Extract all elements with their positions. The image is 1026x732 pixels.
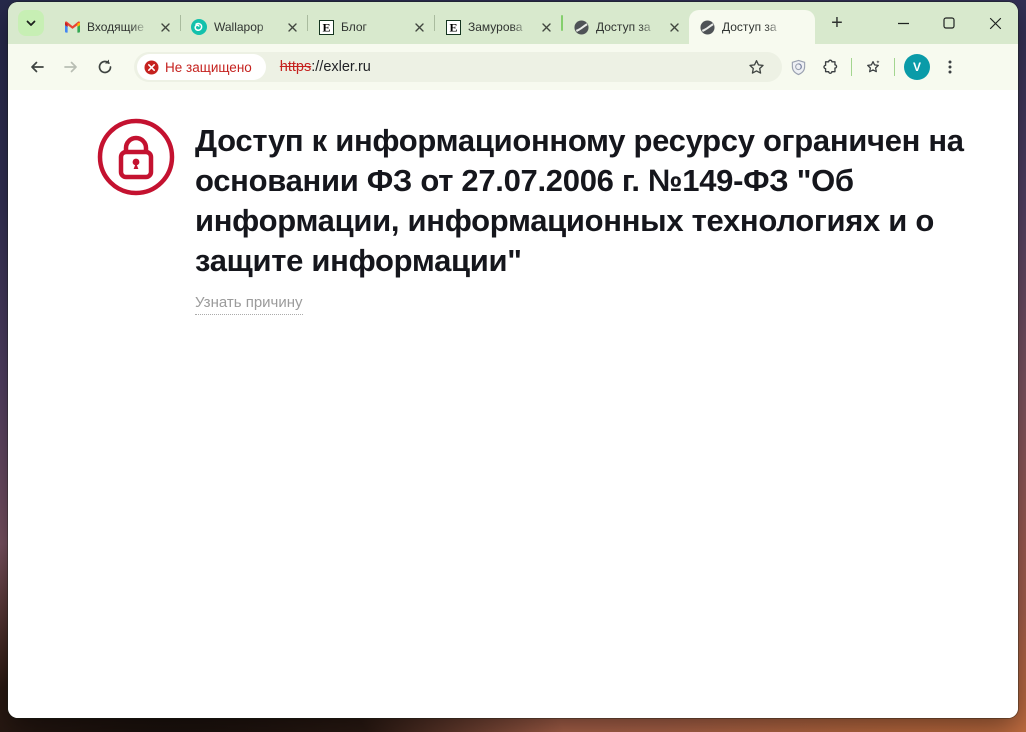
tab-access-restricted-active[interactable]: Доступ за <box>689 10 815 44</box>
wallapop-icon <box>191 19 207 35</box>
new-tab-button[interactable]: + <box>823 9 851 37</box>
tab-close-icon[interactable] <box>411 19 428 36</box>
back-button[interactable] <box>20 50 54 84</box>
toolbar-divider <box>894 58 895 76</box>
blocked-lock-icon <box>96 117 176 197</box>
tab-search-button[interactable] <box>18 10 44 36</box>
url-host: exler.ru <box>323 59 371 75</box>
maximize-button[interactable] <box>926 2 972 44</box>
svg-text:E: E <box>449 20 457 34</box>
tab-title: Входящие <box>87 20 150 34</box>
window-controls <box>880 2 1018 44</box>
globe-icon <box>573 19 589 35</box>
browser-window: Входящие Wallapop <box>8 2 1018 718</box>
menu-kebab-icon[interactable] <box>934 51 966 83</box>
avatar-initial: V <box>913 60 921 74</box>
tab-wallapop[interactable]: Wallapop <box>181 10 307 44</box>
tab-blog[interactable]: E Блог <box>308 10 434 44</box>
tab-close-icon[interactable] <box>666 19 683 36</box>
security-badge-label: Не защищено <box>165 60 252 75</box>
browser-toolbar: Не защищено https://exler.ru <box>8 44 1018 90</box>
profile-avatar[interactable]: V <box>904 54 930 80</box>
svg-text:E: E <box>322 20 330 34</box>
page-content: Доступ к информационному ресурсу огранич… <box>8 90 1018 718</box>
gmail-icon <box>64 19 80 35</box>
toolbar-divider <box>851 58 852 76</box>
tabs-container: Входящие Wallapop <box>54 2 815 44</box>
forward-button[interactable] <box>54 50 88 84</box>
tab-close-icon[interactable] <box>157 19 174 36</box>
tab-close-icon[interactable] <box>538 19 555 36</box>
globe-icon <box>699 19 715 35</box>
tab-close-icon[interactable] <box>792 19 809 36</box>
exler-icon: E <box>318 19 334 35</box>
tab-title: Блог <box>341 20 404 34</box>
url-scheme: https <box>280 59 311 75</box>
sparkle-star-icon[interactable] <box>857 51 889 83</box>
bookmark-star-icon[interactable] <box>740 51 772 83</box>
exler-icon: E <box>445 19 461 35</box>
adblock-shield-icon[interactable] <box>782 51 814 83</box>
close-window-button[interactable] <box>972 2 1018 44</box>
url-separator: :// <box>311 59 323 75</box>
tab-title: Доступ за <box>596 20 659 34</box>
tab-title: Доступ за <box>722 20 785 34</box>
security-badge[interactable]: Не защищено <box>137 54 266 80</box>
extensions-puzzle-icon[interactable] <box>814 51 846 83</box>
block-message: Доступ к информационному ресурсу огранич… <box>195 117 975 315</box>
not-secure-icon <box>144 60 159 75</box>
tab-title: Замурова <box>468 20 531 34</box>
tab-inbox[interactable]: Входящие <box>54 10 180 44</box>
tab-zamurova[interactable]: E Замурова <box>435 10 561 44</box>
tab-strip: Входящие Wallapop <box>8 2 1018 44</box>
url-text: https://exler.ru <box>280 59 371 75</box>
tab-close-icon[interactable] <box>284 19 301 36</box>
reload-button[interactable] <box>88 50 122 84</box>
reason-link[interactable]: Узнать причину <box>195 294 303 315</box>
tab-access-restricted-1[interactable]: Доступ за <box>563 10 689 44</box>
address-bar[interactable]: Не защищено https://exler.ru <box>134 52 782 82</box>
tab-title: Wallapop <box>214 20 277 34</box>
minimize-button[interactable] <box>880 2 926 44</box>
chevron-down-icon <box>25 17 37 29</box>
page-title: Доступ к информационному ресурсу огранич… <box>195 121 975 281</box>
plus-icon: + <box>831 12 843 35</box>
